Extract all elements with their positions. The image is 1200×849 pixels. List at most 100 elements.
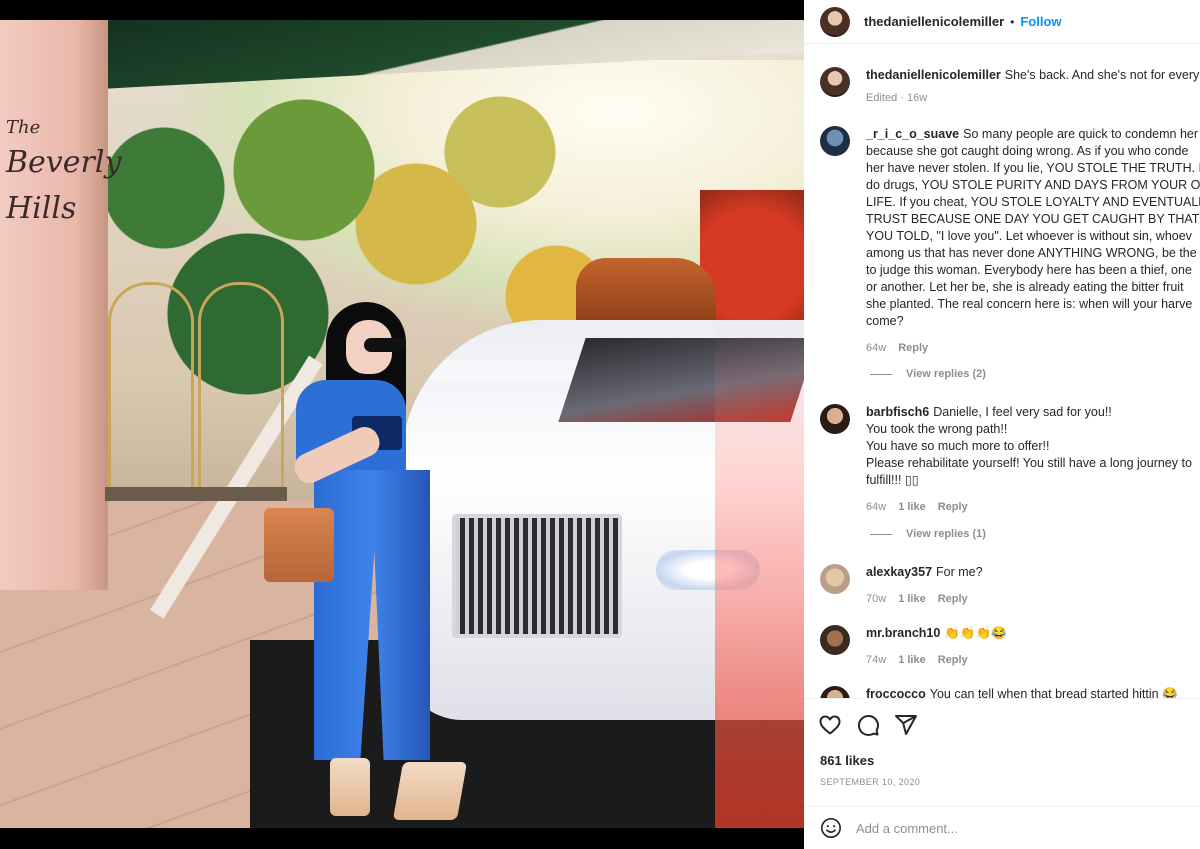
comment-user[interactable]: froccocco bbox=[866, 687, 926, 698]
shoe bbox=[330, 758, 370, 816]
comment-text: her have never stolen. If you lie, YOU S… bbox=[866, 161, 1200, 175]
comment-text: come? bbox=[866, 314, 904, 328]
comment-user[interactable]: alexkay357 bbox=[866, 565, 932, 579]
sunglasses bbox=[364, 338, 406, 352]
shoe bbox=[392, 762, 468, 820]
comment-item: alexkay357 For me? 70w 1 like Reply bbox=[820, 564, 1200, 608]
comment-user[interactable]: barbfisch6 bbox=[866, 405, 929, 419]
comment-body: alexkay357 For me? 70w 1 like Reply bbox=[866, 564, 1200, 608]
comment-time[interactable]: 64w bbox=[866, 340, 886, 357]
hotel-sign-line: The bbox=[6, 117, 41, 138]
like-count[interactable]: 861 likes bbox=[820, 753, 874, 768]
reply-button[interactable]: Reply bbox=[938, 591, 968, 608]
avatar[interactable] bbox=[820, 67, 850, 97]
comment-item: froccocco You can tell when that bread st… bbox=[820, 686, 1200, 698]
add-comment-bar bbox=[804, 806, 1200, 849]
view-replies-label: View replies (2) bbox=[906, 368, 986, 380]
comment-item: barbfisch6 Danielle, I feel very sad for … bbox=[820, 404, 1200, 516]
luggage-cart bbox=[195, 282, 287, 501]
like-count[interactable]: 1 like bbox=[898, 652, 926, 669]
car-grille bbox=[452, 514, 622, 638]
view-replies-button[interactable]: View replies (1) bbox=[870, 528, 986, 540]
comment-meta: 64w Reply bbox=[866, 340, 1200, 357]
comments-list[interactable]: thedaniellenicolemiller She's back. And s… bbox=[804, 44, 1200, 698]
post-actions: 861 likes SEPTEMBER 10, 2020 bbox=[804, 698, 1200, 804]
comment-text: So many people are quick to condemn her bbox=[963, 127, 1199, 141]
comment-text: 👏👏👏😂 bbox=[944, 626, 1007, 640]
light-leak bbox=[715, 320, 804, 828]
comment-text: Please rehabilitate yourself! You still … bbox=[866, 456, 1192, 470]
comment-text: she planted. The real concern here is: w… bbox=[866, 297, 1193, 311]
avatar[interactable] bbox=[820, 6, 850, 37]
comment-meta: Edited · 16w bbox=[866, 90, 1200, 107]
view-replies-label: View replies (1) bbox=[906, 528, 986, 540]
avatar[interactable] bbox=[820, 404, 850, 434]
comment-text: Danielle, I feel very sad for you!! bbox=[933, 405, 1112, 419]
post-header: thedaniellenicolemiller • Follow bbox=[804, 0, 1200, 44]
comment-body: froccocco You can tell when that bread st… bbox=[866, 686, 1200, 698]
post-author[interactable]: thedaniellenicolemiller bbox=[864, 14, 1004, 29]
luggage-cart bbox=[105, 282, 197, 501]
emoji-icon[interactable] bbox=[820, 817, 842, 839]
comment-text: because she got caught doing wrong. As i… bbox=[866, 144, 1189, 158]
comment-text: You have so much more to offer!! bbox=[866, 439, 1050, 453]
comment-text: or another. Let her be, she is already e… bbox=[866, 280, 1184, 294]
reply-button[interactable]: Reply bbox=[938, 499, 968, 516]
edited-time: Edited · 16w bbox=[866, 92, 928, 104]
comment-text: do drugs, YOU STOLE PURITY AND DAYS FROM… bbox=[866, 178, 1200, 192]
post-date[interactable]: SEPTEMBER 10, 2020 bbox=[820, 777, 920, 787]
divider-line bbox=[870, 373, 892, 375]
comment-item: mr.branch10 👏👏👏😂 74w 1 like Reply bbox=[820, 625, 1200, 669]
separator-dot: • bbox=[1010, 14, 1015, 29]
like-count[interactable]: 1 like bbox=[898, 499, 926, 516]
comment-input[interactable] bbox=[856, 820, 1156, 836]
comment-text: LIFE. If you cheat, YOU STOLE LOYALTY AN… bbox=[866, 195, 1200, 209]
comment-text: among us that has never done ANYTHING WR… bbox=[866, 246, 1197, 260]
comment-text: YOU TOLD, "I love you". Let whoever is w… bbox=[866, 229, 1192, 243]
avatar[interactable] bbox=[820, 686, 850, 698]
hotel-sign-line: Beverly bbox=[6, 145, 122, 180]
comment-text: to judge this woman. Everybody here has … bbox=[866, 263, 1192, 277]
like-count[interactable]: 1 like bbox=[898, 591, 926, 608]
comment-text: TRUST BECAUSE ONE DAY YOU GET CAUGHT BY … bbox=[866, 212, 1200, 226]
avatar[interactable] bbox=[820, 625, 850, 655]
follow-button[interactable]: Follow bbox=[1020, 14, 1061, 29]
comment-item: _r_i_c_o_suave So many people are quick t… bbox=[820, 126, 1200, 357]
hotel-wall: The Beverly Hills bbox=[0, 20, 122, 590]
hotel-sign: The Beverly Hills bbox=[6, 116, 122, 232]
handbag bbox=[264, 508, 334, 582]
comment-time[interactable]: 74w bbox=[866, 652, 886, 669]
reply-button[interactable]: Reply bbox=[938, 652, 968, 669]
reply-button[interactable]: Reply bbox=[898, 340, 928, 357]
comment-meta: 64w 1 like Reply bbox=[866, 499, 1200, 516]
comment-meta: 70w 1 like Reply bbox=[866, 591, 1200, 608]
comment-meta: 74w 1 like Reply bbox=[866, 652, 1200, 669]
comment-text: You can tell when that bread started hit… bbox=[929, 687, 1178, 698]
comment-text: You took the wrong path!! bbox=[866, 422, 1008, 436]
comment-time[interactable]: 70w bbox=[866, 591, 886, 608]
share-icon[interactable] bbox=[894, 713, 918, 737]
comment-user[interactable]: thedaniellenicolemiller bbox=[866, 68, 1001, 82]
comment-text: She's back. And she's not for every bbox=[1004, 68, 1200, 82]
photo-scene: The Beverly Hills bbox=[0, 20, 804, 828]
comment-body: _r_i_c_o_suave So many people are quick t… bbox=[866, 126, 1200, 357]
post-photo[interactable]: The Beverly Hills bbox=[0, 0, 804, 849]
divider-line bbox=[870, 533, 892, 535]
comment-text: For me? bbox=[936, 565, 983, 579]
avatar[interactable] bbox=[820, 564, 850, 594]
comment-user[interactable]: mr.branch10 bbox=[866, 626, 940, 640]
comment-body: mr.branch10 👏👏👏😂 74w 1 like Reply bbox=[866, 625, 1200, 669]
caption: thedaniellenicolemiller She's back. And s… bbox=[820, 67, 1200, 107]
comment-user[interactable]: _r_i_c_o_suave bbox=[866, 127, 959, 141]
view-replies-button[interactable]: View replies (2) bbox=[870, 368, 986, 380]
comment-icon[interactable] bbox=[856, 713, 880, 737]
comment-body: barbfisch6 Danielle, I feel very sad for … bbox=[866, 404, 1200, 516]
action-icons bbox=[818, 713, 918, 737]
avatar[interactable] bbox=[820, 126, 850, 156]
heart-icon[interactable] bbox=[818, 713, 842, 737]
post-sidebar: thedaniellenicolemiller • Follow thedani… bbox=[804, 0, 1200, 849]
hotel-sign-line: Hills bbox=[6, 191, 77, 226]
comment-body: thedaniellenicolemiller She's back. And s… bbox=[866, 67, 1200, 107]
comment-text: fulfill!!! ▯▯ bbox=[866, 473, 919, 487]
comment-time[interactable]: 64w bbox=[866, 499, 886, 516]
